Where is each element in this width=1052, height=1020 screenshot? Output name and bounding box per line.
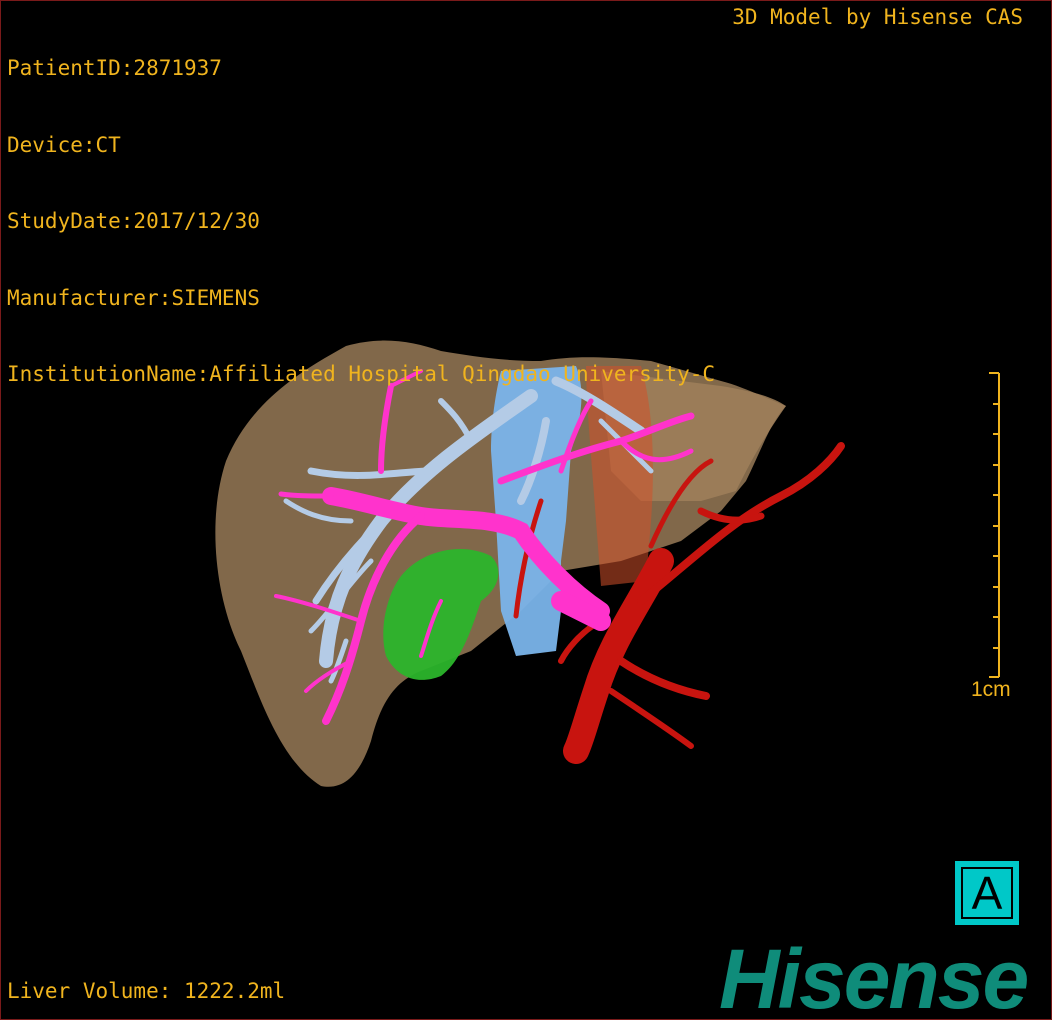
model-credit: 3D Model by Hisense CAS (732, 5, 1023, 29)
hisense-logo: Hisense (719, 932, 1029, 1020)
scale-bar (989, 372, 1000, 678)
orientation-marker[interactable]: A (955, 861, 1019, 925)
patient-id: PatientID:2871937 (7, 56, 222, 80)
institution-name: InstitutionName:Affiliated Hospital Qing… (7, 362, 716, 386)
manufacturer: Manufacturer:SIEMENS (7, 285, 260, 310)
scale-bar-label: 1cm (971, 678, 1011, 701)
device: Device:CT (7, 132, 121, 157)
3d-viewport[interactable]: PatientID:2871937 Device:CT StudyDate:20… (0, 0, 1052, 1020)
study-date: StudyDate:2017/12/30 (7, 209, 260, 233)
liver-volume: Liver Volume: 1222.2ml (7, 979, 286, 1003)
orientation-label: A (961, 867, 1013, 919)
patient-info-overlay: PatientID:2871937 Device:CT StudyDate:20… (7, 5, 715, 439)
